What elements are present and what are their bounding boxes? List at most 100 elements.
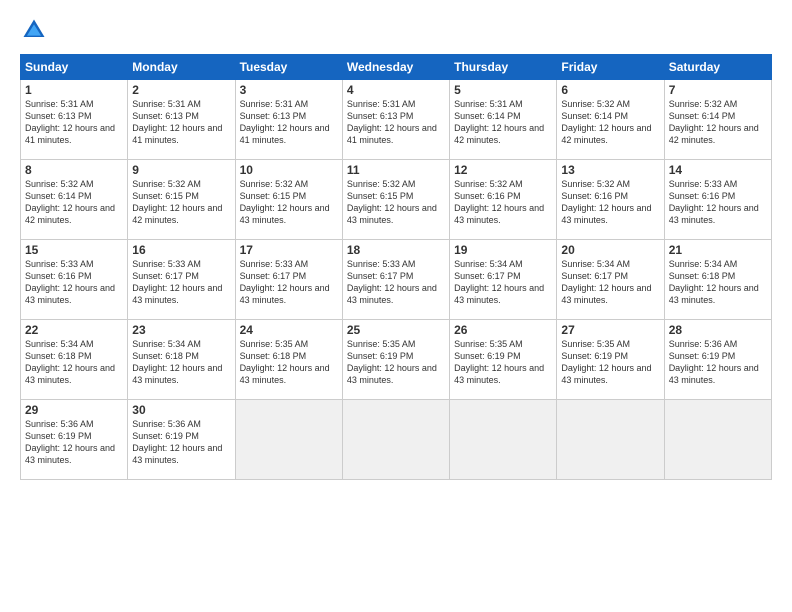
calendar-cell: 15 Sunrise: 5:33 AMSunset: 6:16 PMDayligh… bbox=[21, 240, 128, 320]
day-number: 4 bbox=[347, 83, 445, 97]
day-number: 21 bbox=[669, 243, 767, 257]
cell-info: Sunrise: 5:32 AMSunset: 6:16 PMDaylight:… bbox=[454, 179, 544, 225]
calendar-cell bbox=[235, 400, 342, 480]
calendar-week-2: 15 Sunrise: 5:33 AMSunset: 6:16 PMDayligh… bbox=[21, 240, 772, 320]
calendar-cell: 9 Sunrise: 5:32 AMSunset: 6:15 PMDaylight… bbox=[128, 160, 235, 240]
cell-info: Sunrise: 5:34 AMSunset: 6:18 PMDaylight:… bbox=[25, 339, 115, 385]
calendar-cell bbox=[664, 400, 771, 480]
cell-info: Sunrise: 5:36 AMSunset: 6:19 PMDaylight:… bbox=[669, 339, 759, 385]
calendar-cell: 3 Sunrise: 5:31 AMSunset: 6:13 PMDaylight… bbox=[235, 80, 342, 160]
day-number: 28 bbox=[669, 323, 767, 337]
calendar-cell: 2 Sunrise: 5:31 AMSunset: 6:13 PMDaylight… bbox=[128, 80, 235, 160]
calendar-cell: 19 Sunrise: 5:34 AMSunset: 6:17 PMDayligh… bbox=[450, 240, 557, 320]
cell-info: Sunrise: 5:32 AMSunset: 6:16 PMDaylight:… bbox=[561, 179, 651, 225]
cell-info: Sunrise: 5:35 AMSunset: 6:18 PMDaylight:… bbox=[240, 339, 330, 385]
day-number: 27 bbox=[561, 323, 659, 337]
day-number: 18 bbox=[347, 243, 445, 257]
cell-info: Sunrise: 5:36 AMSunset: 6:19 PMDaylight:… bbox=[132, 419, 222, 465]
day-number: 17 bbox=[240, 243, 338, 257]
day-number: 19 bbox=[454, 243, 552, 257]
calendar-cell bbox=[342, 400, 449, 480]
cell-info: Sunrise: 5:35 AMSunset: 6:19 PMDaylight:… bbox=[347, 339, 437, 385]
cell-info: Sunrise: 5:34 AMSunset: 6:18 PMDaylight:… bbox=[132, 339, 222, 385]
cell-info: Sunrise: 5:32 AMSunset: 6:14 PMDaylight:… bbox=[25, 179, 115, 225]
calendar-cell: 6 Sunrise: 5:32 AMSunset: 6:14 PMDaylight… bbox=[557, 80, 664, 160]
day-number: 26 bbox=[454, 323, 552, 337]
day-number: 10 bbox=[240, 163, 338, 177]
calendar-cell bbox=[557, 400, 664, 480]
day-number: 13 bbox=[561, 163, 659, 177]
cell-info: Sunrise: 5:33 AMSunset: 6:16 PMDaylight:… bbox=[25, 259, 115, 305]
calendar-cell: 26 Sunrise: 5:35 AMSunset: 6:19 PMDayligh… bbox=[450, 320, 557, 400]
day-number: 7 bbox=[669, 83, 767, 97]
day-number: 30 bbox=[132, 403, 230, 417]
day-number: 20 bbox=[561, 243, 659, 257]
calendar-header-row: SundayMondayTuesdayWednesdayThursdayFrid… bbox=[21, 55, 772, 80]
cell-info: Sunrise: 5:31 AMSunset: 6:13 PMDaylight:… bbox=[25, 99, 115, 145]
calendar-cell: 1 Sunrise: 5:31 AMSunset: 6:13 PMDaylight… bbox=[21, 80, 128, 160]
header bbox=[20, 16, 772, 44]
cell-info: Sunrise: 5:33 AMSunset: 6:17 PMDaylight:… bbox=[240, 259, 330, 305]
logo-icon bbox=[20, 16, 48, 44]
day-number: 24 bbox=[240, 323, 338, 337]
calendar-cell: 21 Sunrise: 5:34 AMSunset: 6:18 PMDayligh… bbox=[664, 240, 771, 320]
cell-info: Sunrise: 5:33 AMSunset: 6:17 PMDaylight:… bbox=[347, 259, 437, 305]
calendar-cell: 7Sunrise: 5:32 AMSunset: 6:14 PMDaylight… bbox=[664, 80, 771, 160]
day-number: 25 bbox=[347, 323, 445, 337]
cell-info: Sunrise: 5:32 AMSunset: 6:15 PMDaylight:… bbox=[132, 179, 222, 225]
calendar-cell: 5Sunrise: 5:31 AMSunset: 6:14 PMDaylight… bbox=[450, 80, 557, 160]
day-header-monday: Monday bbox=[128, 55, 235, 80]
cell-info: Sunrise: 5:31 AMSunset: 6:13 PMDaylight:… bbox=[240, 99, 330, 145]
cell-info: Sunrise: 5:31 AMSunset: 6:13 PMDaylight:… bbox=[347, 99, 437, 145]
day-header-thursday: Thursday bbox=[450, 55, 557, 80]
day-number: 2 bbox=[132, 83, 230, 97]
day-number: 3 bbox=[240, 83, 338, 97]
calendar-cell: 14 Sunrise: 5:33 AMSunset: 6:16 PMDayligh… bbox=[664, 160, 771, 240]
calendar-cell: 4 Sunrise: 5:31 AMSunset: 6:13 PMDaylight… bbox=[342, 80, 449, 160]
cell-info: Sunrise: 5:34 AMSunset: 6:18 PMDaylight:… bbox=[669, 259, 759, 305]
day-header-wednesday: Wednesday bbox=[342, 55, 449, 80]
calendar-cell: 16 Sunrise: 5:33 AMSunset: 6:17 PMDayligh… bbox=[128, 240, 235, 320]
cell-info: Sunrise: 5:32 AMSunset: 6:15 PMDaylight:… bbox=[240, 179, 330, 225]
day-number: 22 bbox=[25, 323, 123, 337]
day-number: 15 bbox=[25, 243, 123, 257]
calendar-cell: 11 Sunrise: 5:32 AMSunset: 6:15 PMDayligh… bbox=[342, 160, 449, 240]
calendar-cell bbox=[450, 400, 557, 480]
cell-info: Sunrise: 5:33 AMSunset: 6:17 PMDaylight:… bbox=[132, 259, 222, 305]
cell-info: Sunrise: 5:35 AMSunset: 6:19 PMDaylight:… bbox=[454, 339, 544, 385]
calendar-cell: 23 Sunrise: 5:34 AMSunset: 6:18 PMDayligh… bbox=[128, 320, 235, 400]
day-number: 29 bbox=[25, 403, 123, 417]
day-number: 23 bbox=[132, 323, 230, 337]
calendar-cell: 12 Sunrise: 5:32 AMSunset: 6:16 PMDayligh… bbox=[450, 160, 557, 240]
cell-info: Sunrise: 5:32 AMSunset: 6:14 PMDaylight:… bbox=[561, 99, 651, 145]
cell-info: Sunrise: 5:31 AMSunset: 6:13 PMDaylight:… bbox=[132, 99, 222, 145]
calendar-week-3: 22 Sunrise: 5:34 AMSunset: 6:18 PMDayligh… bbox=[21, 320, 772, 400]
calendar-week-1: 8 Sunrise: 5:32 AMSunset: 6:14 PMDaylight… bbox=[21, 160, 772, 240]
day-header-saturday: Saturday bbox=[664, 55, 771, 80]
calendar-cell: 17 Sunrise: 5:33 AMSunset: 6:17 PMDayligh… bbox=[235, 240, 342, 320]
calendar-cell: 18 Sunrise: 5:33 AMSunset: 6:17 PMDayligh… bbox=[342, 240, 449, 320]
logo bbox=[20, 16, 52, 44]
cell-info: Sunrise: 5:32 AMSunset: 6:15 PMDaylight:… bbox=[347, 179, 437, 225]
day-number: 9 bbox=[132, 163, 230, 177]
day-header-friday: Friday bbox=[557, 55, 664, 80]
day-number: 16 bbox=[132, 243, 230, 257]
cell-info: Sunrise: 5:36 AMSunset: 6:19 PMDaylight:… bbox=[25, 419, 115, 465]
day-number: 14 bbox=[669, 163, 767, 177]
day-number: 8 bbox=[25, 163, 123, 177]
calendar-week-0: 1 Sunrise: 5:31 AMSunset: 6:13 PMDaylight… bbox=[21, 80, 772, 160]
calendar-cell: 13 Sunrise: 5:32 AMSunset: 6:16 PMDayligh… bbox=[557, 160, 664, 240]
day-number: 11 bbox=[347, 163, 445, 177]
cell-info: Sunrise: 5:31 AMSunset: 6:14 PMDaylight:… bbox=[454, 99, 544, 145]
cell-info: Sunrise: 5:33 AMSunset: 6:16 PMDaylight:… bbox=[669, 179, 759, 225]
calendar-cell: 20Sunrise: 5:34 AMSunset: 6:17 PMDayligh… bbox=[557, 240, 664, 320]
page: SundayMondayTuesdayWednesdayThursdayFrid… bbox=[0, 0, 792, 612]
calendar-cell: 27Sunrise: 5:35 AMSunset: 6:19 PMDayligh… bbox=[557, 320, 664, 400]
calendar-body: 1 Sunrise: 5:31 AMSunset: 6:13 PMDaylight… bbox=[21, 80, 772, 480]
calendar-cell: 28 Sunrise: 5:36 AMSunset: 6:19 PMDayligh… bbox=[664, 320, 771, 400]
day-number: 1 bbox=[25, 83, 123, 97]
day-number: 12 bbox=[454, 163, 552, 177]
cell-info: Sunrise: 5:34 AMSunset: 6:17 PMDaylight:… bbox=[454, 259, 544, 305]
day-number: 6 bbox=[561, 83, 659, 97]
day-header-tuesday: Tuesday bbox=[235, 55, 342, 80]
